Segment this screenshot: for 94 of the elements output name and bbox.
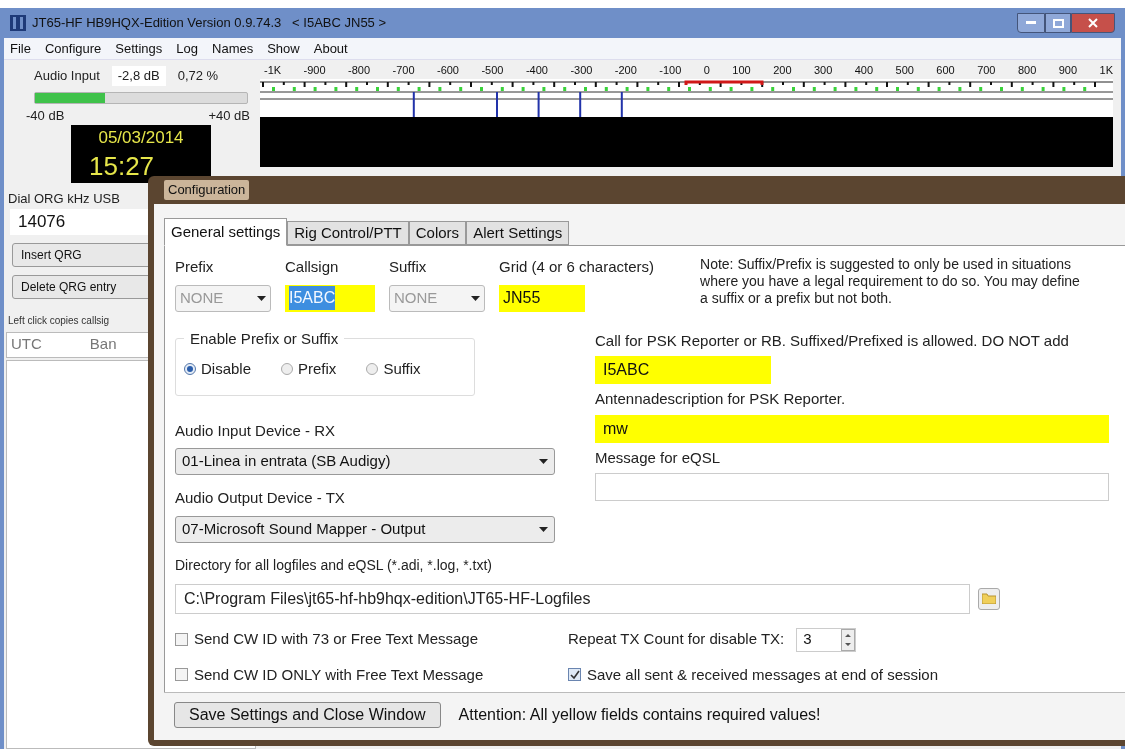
scale-label: 0 — [703, 63, 710, 78]
column-header: UTC — [11, 334, 42, 355]
scale-label: -300 — [570, 63, 593, 78]
menu-item[interactable]: Settings — [115, 38, 163, 59]
caret-icon — [539, 526, 548, 532]
dialog-title: Configuration — [164, 180, 250, 200]
radio-button[interactable] — [281, 363, 294, 376]
scale-label: -900 — [303, 63, 326, 78]
text-field[interactable]: I5ABC — [595, 356, 771, 384]
field-label: Message for eQSL — [595, 447, 722, 468]
note-text: Note: Suffix/Prefix is suggested to only be used in situations where you have a legal requirement to do so. You may define a suffix or a prefix but not both. — [700, 256, 1081, 308]
checkbox[interactable] — [175, 668, 188, 682]
caret-icon — [257, 295, 266, 301]
scale-label: 300 — [813, 63, 833, 78]
column-header: Ban — [89, 334, 117, 355]
text-field[interactable]: JN55 — [499, 284, 585, 312]
menu-item[interactable]: Show — [267, 38, 300, 59]
scale-label: 700 — [977, 63, 996, 78]
field-label: Prefix — [175, 257, 215, 277]
tab[interactable]: Rig Control/PTT — [287, 221, 409, 245]
scale-label: -800 — [348, 63, 371, 78]
scale-label: 900 — [1058, 63, 1078, 78]
scale-label: -400 — [525, 63, 548, 78]
close-icon — [1088, 18, 1098, 28]
field-label: Repeat TX Count for disable TX: — [568, 629, 785, 650]
field-label: Suffix — [389, 257, 428, 277]
clock-time: 15:27 — [88, 150, 155, 181]
checkbox[interactable] — [175, 633, 188, 646]
percent-reading: 0,72 % — [177, 67, 219, 85]
field-label: Call for PSK Reporter or RB. Suffixed/Prefixed is allowed. DO NOT add — [595, 330, 1070, 351]
hint-text: Left click copies callsig — [8, 313, 110, 328]
spinner-arrows-icon — [841, 628, 856, 651]
minimize-button[interactable] — [1017, 13, 1045, 33]
menu-item[interactable]: Configure — [44, 38, 102, 59]
scale-label: 500 — [895, 63, 914, 78]
checkbox-label: Send CW ID ONLY with Free Text Message — [194, 664, 484, 685]
caret-icon — [539, 459, 548, 464]
db-reading: -2,8 dB — [111, 66, 166, 86]
save-settings-button[interactable]: Save Settings and Close Window — [174, 701, 441, 728]
close-button[interactable] — [1071, 13, 1115, 33]
scale-label: -1K — [264, 63, 282, 78]
scale-label: -500 — [481, 63, 504, 78]
browse-folder-button[interactable] — [978, 587, 1000, 610]
clock-date: 05/03/2014 — [98, 127, 184, 149]
scale-label: -600 — [436, 63, 459, 78]
text-field[interactable]: mw — [595, 414, 1109, 443]
text-field[interactable] — [595, 473, 1109, 501]
scale-label: -100 — [659, 63, 682, 78]
window-title: JT65-HF HB9HQX-Edition Version 0.9.74.3 < I5ABC JN55 > — [32, 14, 387, 33]
menu-item[interactable]: Log — [176, 38, 198, 59]
minimize-icon — [1026, 21, 1036, 25]
radio-label: Suffix — [383, 359, 421, 379]
checkbox-label: Save all sent & received messages at end of session — [587, 664, 939, 685]
scale-label: 800 — [1017, 63, 1037, 78]
directory-field[interactable]: C:\Program Files\jt65-hf-hb9hqx-edition\JT65-HF-Logfiles — [175, 583, 970, 614]
maximize-icon — [1052, 18, 1064, 28]
menu-item[interactable]: Names — [212, 38, 254, 59]
app-logo-icon — [10, 15, 26, 31]
scale-label: 400 — [854, 63, 874, 78]
device-dropdown[interactable]: 01-Linea in entrata (SB Audigy) — [175, 448, 555, 475]
radio-button[interactable] — [184, 363, 196, 376]
scale-label: 600 — [936, 63, 955, 78]
field-label: Audio Output Device - TX — [175, 488, 346, 508]
dial-label: Dial ORG kHz USB — [8, 190, 120, 208]
dial-frequency-field[interactable]: 14076 — [10, 208, 150, 235]
scale-label: 200 — [773, 63, 792, 78]
tab[interactable]: General settings — [164, 218, 288, 246]
checkbox[interactable] — [568, 668, 581, 682]
menu-item[interactable]: File — [10, 38, 31, 59]
attention-text: Attention: All yellow fields contains required values! — [458, 704, 821, 725]
scale-label: -700 — [392, 63, 415, 78]
tab[interactable]: Alert Settings — [466, 221, 570, 245]
radio-button[interactable] — [366, 363, 379, 376]
tab[interactable]: Colors — [408, 221, 467, 245]
field-label: Antennadescription for PSK Reporter. — [595, 389, 847, 409]
spin-field[interactable]: 3 — [796, 627, 857, 652]
scale-label: 100 — [732, 63, 751, 78]
field-label: Audio Input Device - RX — [175, 420, 337, 441]
radio-label: Disable — [201, 359, 252, 379]
field-label: Grid (4 or 6 characters) — [499, 257, 655, 277]
folder-icon — [982, 593, 996, 604]
meter-max-label: +40 dB — [208, 106, 250, 125]
radio-label: Prefix — [298, 359, 337, 379]
meter-label: Audio Input — [34, 67, 100, 85]
checkbox-label: Send CW ID with 73 or Free Text Message — [194, 629, 478, 650]
field-label: Directory for all logfiles and eQSL (*.adi, *.log, *.txt) — [175, 555, 493, 575]
caret-icon — [471, 295, 480, 301]
maximize-button[interactable] — [1045, 13, 1071, 33]
meter-min-label: -40 dB — [26, 106, 65, 125]
scale-label: 1K — [1099, 63, 1113, 78]
device-dropdown[interactable]: 07-Microsoft Sound Mapper - Output — [175, 515, 555, 543]
scale-label: -200 — [614, 63, 637, 78]
field-label: Callsign — [285, 257, 340, 277]
menu-item[interactable]: About — [313, 38, 348, 59]
